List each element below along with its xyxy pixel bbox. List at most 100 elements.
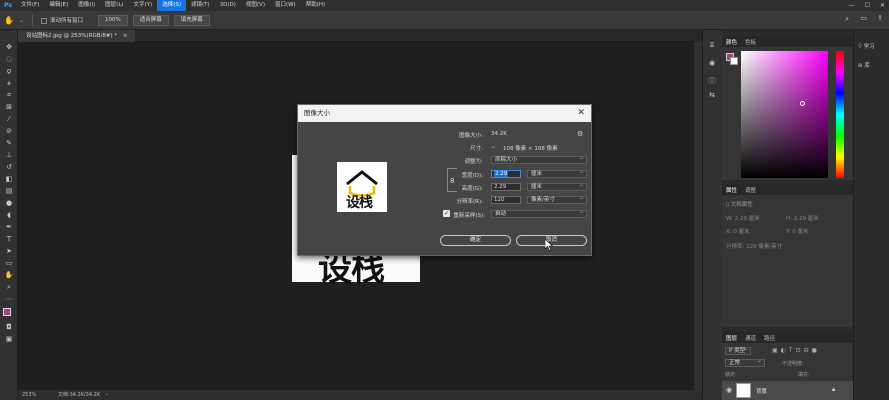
close-tab-icon[interactable]: × xyxy=(123,33,128,39)
menu-file[interactable]: 文件(F) xyxy=(16,0,44,11)
status-arrow-icon[interactable]: › xyxy=(106,392,108,398)
history-panel-icon[interactable]: ⧖ xyxy=(706,40,718,50)
tab-color[interactable]: 颜色 xyxy=(726,38,737,46)
clone-stamp-tool-icon[interactable]: ⊥ xyxy=(3,150,15,160)
dialog-close-button[interactable]: ✕ xyxy=(577,105,585,122)
rectangle-tool-icon[interactable]: ▭ xyxy=(3,258,15,268)
type-tool-icon[interactable]: T xyxy=(3,234,15,244)
menu-window[interactable]: 窗口(W) xyxy=(270,0,301,11)
blur-tool-icon[interactable]: ● xyxy=(3,198,15,208)
menu-type[interactable]: 文字(Y) xyxy=(129,0,158,11)
layer-name[interactable]: 背景 xyxy=(756,387,767,395)
lock-label: 锁定: xyxy=(725,372,737,378)
adjustments-panel-icon[interactable]: ⇆ xyxy=(706,90,718,100)
fill-screen-button[interactable]: 填充屏幕 xyxy=(173,14,210,26)
eraser-tool-icon[interactable]: ◧ xyxy=(3,174,15,184)
zoom-tool-icon[interactable]: ⌕ xyxy=(3,282,15,292)
screen-mode-icon[interactable]: ▣ xyxy=(3,334,15,344)
fit-screen-button[interactable]: 适合屏幕 xyxy=(132,14,169,26)
foreground-color-swatch[interactable] xyxy=(3,308,11,316)
hue-slider[interactable] xyxy=(836,51,844,178)
frame-tool-icon[interactable]: ⊠ xyxy=(3,102,15,112)
tool-preset-dropdown-icon[interactable]: ⌄ xyxy=(19,17,24,24)
gradient-tool-icon[interactable]: ▤ xyxy=(3,186,15,196)
resolution-unit-select[interactable]: 像素/英寸 xyxy=(527,195,587,204)
learn-button[interactable]: 💡︎ 学习 xyxy=(858,42,875,51)
prop-width: W: 2.29 厘米 xyxy=(726,216,760,222)
visibility-eye-icon[interactable]: ◉ xyxy=(726,386,732,394)
workspace-icon[interactable]: ▭ xyxy=(860,14,867,22)
dialog-title-bar[interactable]: 图像大小 xyxy=(298,105,591,122)
resolution-input[interactable]: 120 xyxy=(491,196,521,204)
width-unit-select[interactable]: 厘米 xyxy=(527,169,587,178)
mouse-cursor-icon xyxy=(545,239,553,251)
layer-kind-filter[interactable]: P 类型 xyxy=(725,346,751,355)
layers-panel: P 类型 ▣◐T⊡⊟● 正常 不透明度: 锁定: 填充: ◉ 背景 🔒︎ xyxy=(722,343,853,400)
menu-image[interactable]: 图像(I) xyxy=(73,0,100,11)
eyedropper-tool-icon[interactable]: ⁄ xyxy=(3,114,15,124)
tab-properties[interactable]: 属性 xyxy=(726,186,737,194)
lasso-tool-icon[interactable]: ϙ xyxy=(3,66,15,76)
settings-gear-icon[interactable]: ⚙ xyxy=(577,130,583,138)
healing-brush-tool-icon[interactable]: ⊘ xyxy=(3,126,15,136)
menu-3d[interactable]: 3D(D) xyxy=(215,0,241,11)
layer-lock-icon: 🔒︎ xyxy=(832,386,836,393)
crop-tool-icon[interactable]: ⌗ xyxy=(3,90,15,100)
brush-tool-icon[interactable]: ✎ xyxy=(3,138,15,148)
menu-edit[interactable]: 编辑(E) xyxy=(44,0,73,11)
marquee-tool-icon[interactable]: ◌ xyxy=(3,54,15,64)
pen-tool-icon[interactable]: ✒ xyxy=(3,222,15,232)
dodge-tool-icon[interactable]: ◖ xyxy=(3,210,15,220)
library-button[interactable]: ⊛ 库 xyxy=(858,61,870,69)
quick-mask-icon[interactable]: ◘ xyxy=(3,322,15,332)
tab-channels[interactable]: 通道 xyxy=(745,334,756,342)
magic-wand-tool-icon[interactable]: ⚹ xyxy=(3,78,15,88)
hand-tool-icon[interactable]: ✋ xyxy=(4,16,14,25)
layer-filter-icons[interactable]: ▣◐T⊡⊟● xyxy=(772,347,820,354)
vertical-scrollbar[interactable] xyxy=(694,42,702,390)
zoom-100-button[interactable]: 100% xyxy=(98,14,128,26)
more-tools-icon[interactable]: ⋯ xyxy=(3,294,15,304)
bg-color-chip[interactable] xyxy=(730,57,738,65)
search-icon[interactable]: ⌕ xyxy=(845,15,849,24)
color-picker-handle[interactable] xyxy=(800,101,805,106)
library-icon: ⊛ xyxy=(858,63,863,69)
height-unit-select[interactable]: 厘米 xyxy=(527,182,587,191)
hand-tool-icon[interactable]: ✋ xyxy=(3,270,15,280)
layers-panel-tabs: 图层 通道 路径 xyxy=(722,332,853,343)
layer-row[interactable]: ◉ 背景 🔒︎ xyxy=(722,381,853,400)
width-input[interactable]: 2.29 xyxy=(491,170,521,178)
dimensions-chevron-icon[interactable]: ⌄ xyxy=(491,144,496,150)
path-selection-tool-icon[interactable]: ➤ xyxy=(3,246,15,256)
navigator-panel-icon[interactable]: ◉ xyxy=(706,58,718,68)
menu-filter[interactable]: 滤镜(T) xyxy=(186,0,215,11)
ok-button[interactable]: 确定 xyxy=(440,235,511,246)
menu-bar: Ps 文件(F) 编辑(E) 图像(I) 图层(L) 文字(Y) 选择(S) 滤… xyxy=(0,0,889,11)
zoom-level[interactable]: 253% xyxy=(22,392,36,398)
info-panel-icon[interactable]: ⓘ xyxy=(706,76,718,86)
blend-mode-select[interactable]: 正常 xyxy=(725,358,765,367)
dimensions-value: 108 像素 × 108 像素 xyxy=(503,146,558,152)
tab-adjustments[interactable]: 调整 xyxy=(745,186,756,194)
image-preview[interactable]: 设栈 xyxy=(337,162,387,212)
close-window-button[interactable]: ✕ xyxy=(880,2,885,9)
maximize-button[interactable]: ☐ xyxy=(865,2,870,9)
document-tab[interactable]: 设站图标2.jpg @ 253%(RGB/8#) * × xyxy=(18,30,136,42)
tab-layers[interactable]: 图层 xyxy=(726,334,737,342)
color-picker-field[interactable] xyxy=(741,51,828,178)
menu-select[interactable]: 选择(S) xyxy=(157,0,186,11)
tab-paths[interactable]: 路径 xyxy=(764,334,775,342)
menu-view[interactable]: 视图(V) xyxy=(241,0,270,11)
image-size-label: 图像大小: xyxy=(459,133,483,139)
fit-to-select[interactable]: 原稿大小 xyxy=(491,155,587,164)
scroll-all-windows-checkbox[interactable]: 滚动所有窗口 xyxy=(41,16,83,24)
height-input[interactable]: 2.29 xyxy=(491,183,521,191)
minimize-button[interactable]: — xyxy=(849,2,855,9)
menu-help[interactable]: 帮助(H) xyxy=(301,0,330,11)
move-tool-icon[interactable]: ✥ xyxy=(3,42,15,52)
share-icon[interactable]: ⇪ xyxy=(877,14,883,22)
resample-select[interactable]: 自动 xyxy=(491,209,587,218)
menu-layer[interactable]: 图层(L) xyxy=(100,0,128,11)
tab-swatches[interactable]: 色板 xyxy=(745,38,756,46)
history-brush-tool-icon[interactable]: ↺ xyxy=(3,162,15,172)
